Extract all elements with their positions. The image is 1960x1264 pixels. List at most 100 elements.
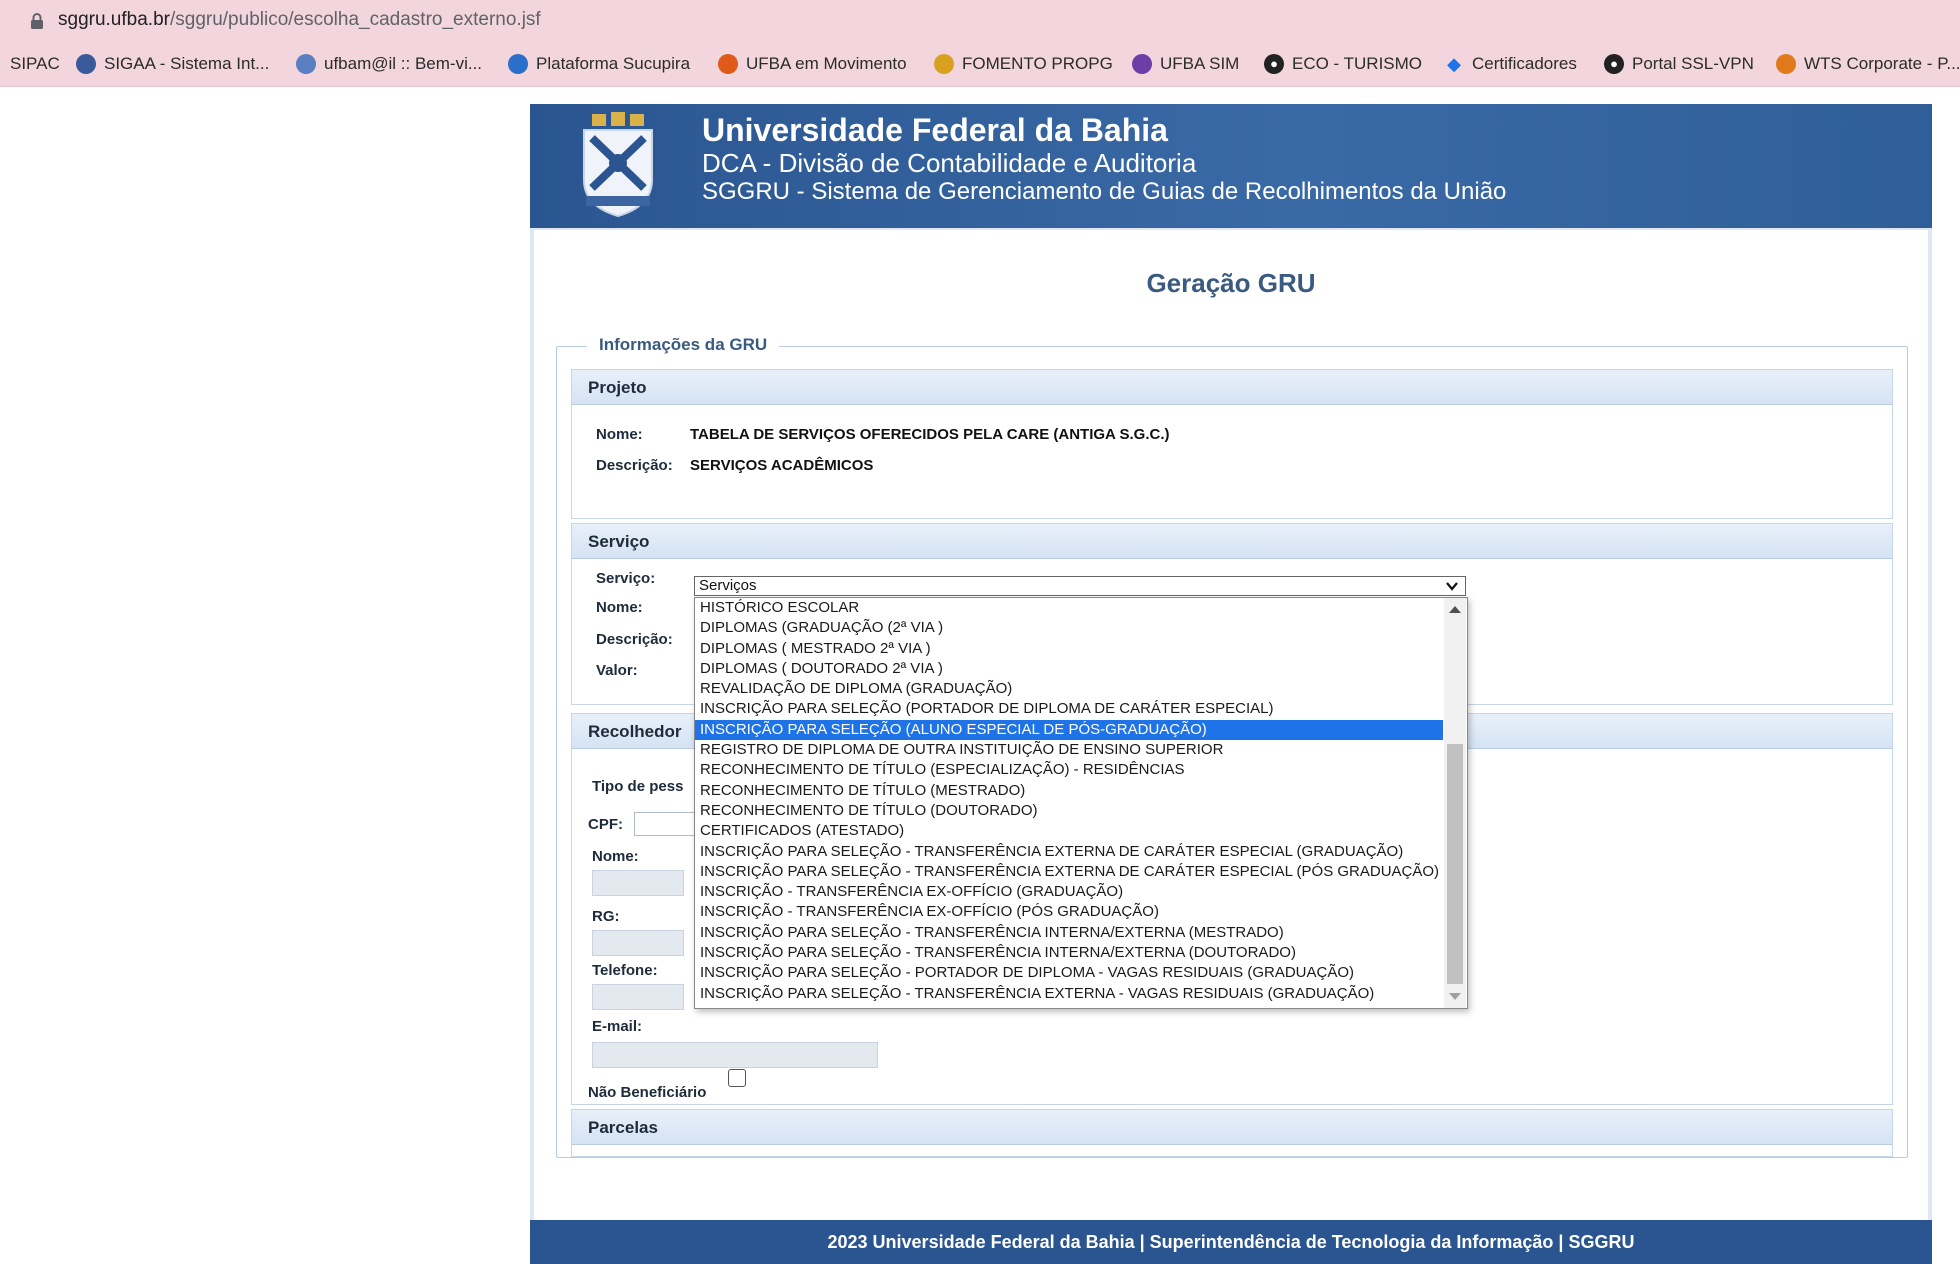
dropdown-option[interactable]: INSCRIÇÃO PARA SELEÇÃO - TRANSFERÊNCIA I… [695, 943, 1443, 963]
bookmarks-bar: SIPAC SIGAA - Sistema Int... ufbam@il :: B… [0, 44, 1960, 87]
scrollbar-thumb[interactable] [1447, 744, 1463, 984]
url-path: /sggru/publico/escolha_cadastro_externo.… [169, 9, 541, 30]
url-text[interactable]: sggru.ufba.br/sggru/publico/escolha_cada… [58, 9, 541, 31]
rg-label: RG: [592, 908, 620, 925]
bookmark-item[interactable]: FOMENTO PROPG [934, 54, 1113, 74]
parcelas-header[interactable]: Parcelas [572, 1110, 1892, 1145]
dropdown-options: HISTÓRICO ESCOLAR DIPLOMAS (GRADUAÇÃO (2ª… [695, 598, 1443, 1004]
servico-label: Serviço: [596, 570, 656, 587]
bookmark-item[interactable]: ◆ Certificadores [1444, 54, 1577, 74]
servico-select-value: Serviços [699, 577, 757, 594]
recolhedor-heading: Recolhedor [588, 722, 682, 741]
dropdown-option[interactable]: INSCRIÇÃO - TRANSFERÊNCIA EX-OFFÍCIO (GR… [695, 882, 1443, 902]
bookmark-item[interactable]: UFBA em Movimento [718, 54, 907, 74]
servico-descricao-label: Descrição: [596, 631, 673, 648]
email-input[interactable] [592, 1042, 878, 1068]
page-footer: 2023 Universidade Federal da Bahia | Sup… [530, 1220, 1932, 1264]
bookmark-item[interactable]: WTS Corporate - P... [1776, 54, 1960, 74]
dropdown-option[interactable]: CERTIFICADOS (ATESTADO) [695, 821, 1443, 841]
dropdown-option[interactable]: INSCRIÇÃO PARA SELEÇÃO (ALUNO ESPECIAL D… [695, 719, 1443, 741]
projeto-descricao-value: SERVIÇOS ACADÊMICOS [690, 457, 874, 474]
dropdown-option[interactable]: REVALIDAÇÃO DE DIPLOMA (GRADUAÇÃO) [695, 679, 1443, 699]
rg-input[interactable] [592, 930, 684, 956]
cpf-label: CPF: [588, 816, 623, 833]
dropdown-option[interactable]: REGISTRO DE DIPLOMA DE OUTRA INSTITUIÇÃO… [695, 740, 1443, 760]
wts-icon [1776, 54, 1796, 74]
dropdown-option[interactable]: HISTÓRICO ESCOLAR [695, 598, 1443, 618]
bookmark-item[interactable]: ● Portal SSL-VPN [1604, 54, 1754, 74]
dropdown-option[interactable]: RECONHECIMENTO DE TÍTULO (DOUTORADO) [695, 801, 1443, 821]
scroll-down-arrow-icon[interactable] [1449, 993, 1461, 1000]
footer-sggru: SGGRU [1568, 1232, 1635, 1252]
bookmark-label: UFBA SIM [1160, 54, 1240, 73]
projeto-heading: Projeto [588, 378, 647, 397]
dropdown-option[interactable]: DIPLOMAS ( DOUTORADO 2ª VIA ) [695, 659, 1443, 679]
tipo-pessoa-label: Tipo de pess [592, 778, 684, 795]
sucupira-icon [508, 54, 528, 74]
recolhedor-nome-label: Nome: [592, 848, 639, 865]
sigaa-icon [76, 54, 96, 74]
bookmark-item[interactable]: UFBA SIM [1132, 54, 1239, 74]
address-bar[interactable]: sggru.ufba.br/sggru/publico/escolha_cada… [0, 0, 1960, 44]
ufba-sim-icon [1132, 54, 1152, 74]
projeto-nome-label: Nome: [596, 426, 643, 443]
dropdown-option[interactable]: INSCRIÇÃO PARA SELEÇÃO - PORTADOR DE DIP… [695, 963, 1443, 983]
recolhedor-nome-input[interactable] [592, 870, 684, 896]
bookmark-item[interactable]: Plataforma Sucupira [508, 54, 690, 74]
fomento-icon [934, 54, 954, 74]
ufba-crest-icon [583, 112, 653, 218]
servico-header: Serviço [572, 524, 1892, 559]
bookmark-label: SIPAC [10, 54, 60, 73]
dropdown-option[interactable]: DIPLOMAS ( MESTRADO 2ª VIA ) [695, 639, 1443, 659]
parcelas-section: Parcelas [571, 1109, 1893, 1157]
nao-beneficiario-label: Não Beneficiário [588, 1084, 707, 1101]
dropdown-option[interactable]: INSCRIÇÃO PARA SELEÇÃO (PORTADOR DE DIPL… [695, 699, 1443, 719]
dropdown-option[interactable]: INSCRIÇÃO - TRANSFERÊNCIA EX-OFFÍCIO (PÓ… [695, 902, 1443, 922]
bookmark-label: ECO - TURISMO [1292, 54, 1423, 73]
system-title: SGGRU - Sistema de Gerenciamento de Guia… [702, 178, 1507, 205]
diamond-icon: ◆ [1447, 54, 1461, 74]
dropdown-option[interactable]: DIPLOMAS (GRADUAÇÃO (2ª VIA ) [695, 618, 1443, 638]
projeto-descricao-label: Descrição: [596, 457, 673, 474]
bookmark-label: Portal SSL-VPN [1632, 54, 1754, 73]
dropdown-scrollbar[interactable] [1444, 598, 1466, 1008]
projeto-header: Projeto [572, 370, 1892, 405]
bookmark-item[interactable]: SIPAC [10, 54, 60, 74]
bookmark-item[interactable]: SIGAA - Sistema Int... [76, 54, 269, 74]
url-host: sggru.ufba.br [58, 9, 170, 30]
bookmark-item[interactable]: ● ECO - TURISMO [1264, 54, 1422, 74]
dropdown-option[interactable]: INSCRIÇÃO PARA SELEÇÃO - TRANSFERÊNCIA E… [695, 984, 1443, 1004]
dropdown-option[interactable]: INSCRIÇÃO PARA SELEÇÃO - TRANSFERÊNCIA E… [695, 862, 1443, 882]
bookmark-label: Plataforma Sucupira [536, 54, 691, 73]
bookmark-item[interactable]: ufbam@il :: Bem-vi... [296, 54, 482, 74]
cpf-input[interactable] [634, 812, 696, 836]
fieldset-legend: Informações da GRU [587, 335, 780, 355]
bookmark-label: WTS Corporate - P... [1804, 54, 1960, 73]
lock-icon[interactable] [30, 12, 44, 30]
bookmark-label: UFBA em Movimento [746, 54, 907, 73]
ufba-movimento-icon [718, 54, 738, 74]
nao-beneficiario-checkbox[interactable] [728, 1069, 746, 1087]
bookmark-label: SIGAA - Sistema Int... [104, 54, 270, 73]
page-title: Geração GRU [1146, 268, 1316, 298]
scroll-up-arrow-icon[interactable] [1449, 606, 1461, 613]
dropdown-option[interactable]: RECONHECIMENTO DE TÍTULO (ESPECIALIZAÇÃO… [695, 760, 1443, 780]
ufbamail-icon [296, 54, 316, 74]
bookmark-label: FOMENTO PROPG [962, 54, 1113, 73]
bookmark-label: ufbam@il :: Bem-vi... [324, 54, 483, 73]
globe-icon: ● [1604, 54, 1624, 74]
servico-dropdown-list[interactable]: HISTÓRICO ESCOLAR DIPLOMAS (GRADUAÇÃO (2ª… [694, 597, 1468, 1009]
email-label: E-mail: [592, 1018, 643, 1035]
dropdown-option[interactable]: INSCRIÇÃO PARA SELEÇÃO - TRANSFERÊNCIA I… [695, 923, 1443, 943]
servico-valor-label: Valor: [596, 662, 638, 679]
telefone-label: Telefone: [592, 962, 658, 979]
bookmark-label: Certificadores [1472, 54, 1577, 73]
servico-nome-label: Nome: [596, 599, 643, 616]
dropdown-option[interactable]: INSCRIÇÃO PARA SELEÇÃO - TRANSFERÊNCIA E… [695, 842, 1443, 862]
telefone-input[interactable] [592, 984, 684, 1010]
division-title: DCA - Divisão de Contabilidade e Auditor… [702, 148, 1197, 178]
dropdown-option[interactable]: RECONHECIMENTO DE TÍTULO (MESTRADO) [695, 781, 1443, 801]
servico-select[interactable]: Serviços [694, 576, 1466, 596]
header-banner: Universidade Federal da Bahia DCA - Divi… [530, 104, 1932, 228]
globe-icon: ● [1264, 54, 1284, 74]
